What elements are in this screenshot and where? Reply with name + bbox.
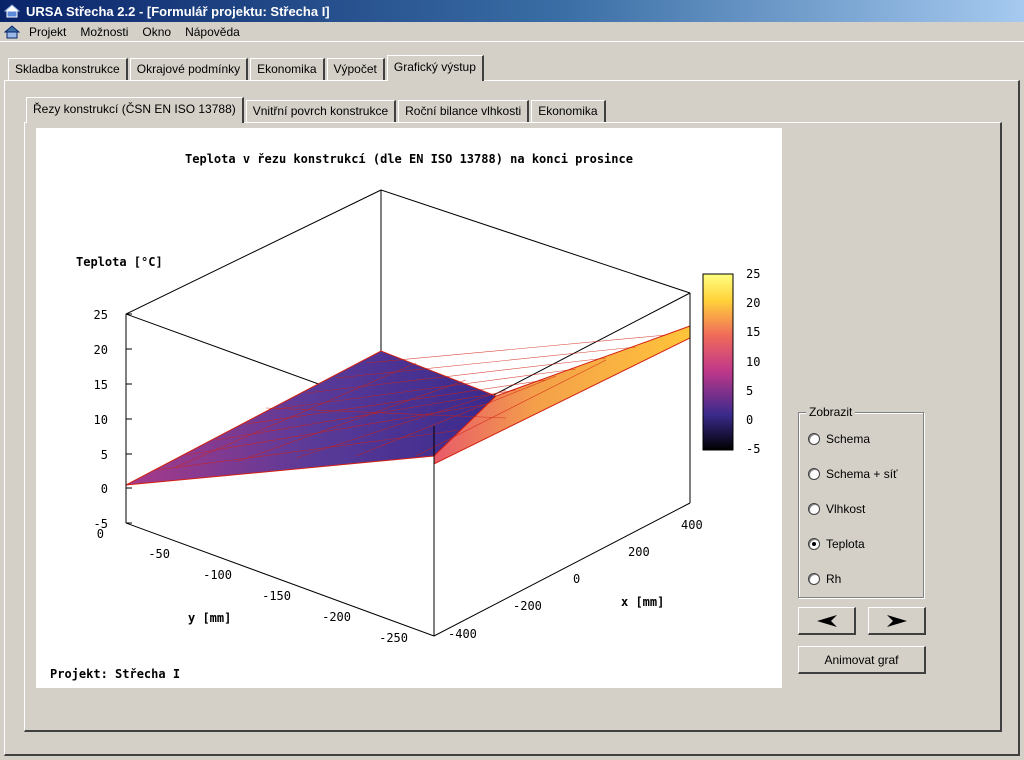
colorbar-tick: 10 (746, 355, 760, 369)
x-tick: 400 (681, 518, 703, 532)
x-tick: 200 (628, 545, 650, 559)
radio-schema[interactable]: Schema (808, 432, 870, 446)
z-tick: 0 (101, 482, 108, 496)
radio-button[interactable] (808, 573, 820, 585)
z-tick: 5 (101, 448, 108, 462)
menu-projekt[interactable]: Projekt (22, 25, 73, 39)
colorbar-tick: -5 (746, 442, 760, 456)
z-tick: 15 (94, 378, 108, 392)
project-footer: Projekt: Střecha I (50, 667, 180, 681)
x-tick: -400 (448, 627, 477, 641)
chart-area: Teplota v řezu konstrukcí (dle EN ISO 13… (36, 128, 782, 688)
chart-title: Teplota v řezu konstrukcí (dle EN ISO 13… (185, 152, 633, 166)
x-tick: 0 (573, 572, 580, 586)
house-icon (3, 4, 21, 18)
colorbar-ticks: 25 20 15 10 5 0 -5 (746, 267, 760, 456)
radio-rh[interactable]: Rh (808, 572, 841, 586)
animate-chart-button[interactable]: Animovat graf (798, 646, 926, 674)
tab-graficky-vystup[interactable]: Grafický výstup (386, 55, 484, 81)
x-axis-ticks: -400 -200 0 200 400 (448, 518, 703, 641)
colorbar-tick: 5 (746, 384, 753, 398)
y-axis-ticks: 0 -50 -100 -150 -200 -250 (97, 527, 408, 645)
z-tick: 10 (94, 413, 108, 427)
tab-skladba-konstrukce[interactable]: Skladba konstrukce (8, 58, 128, 80)
subtab-ekonomika[interactable]: Ekonomika (531, 100, 606, 122)
arrow-right-icon (886, 614, 907, 627)
colorbar-tick: 15 (746, 325, 760, 339)
colorbar-tick: 20 (746, 296, 760, 310)
y-tick: -50 (148, 547, 170, 561)
y-tick: 0 (97, 527, 104, 541)
radio-label: Schema + síť (826, 467, 898, 481)
z-axis-label: Teplota [°C] (76, 255, 163, 269)
display-group-legend: Zobrazit (806, 405, 856, 419)
menu-napoveda[interactable]: Nápověda (178, 25, 247, 39)
menu-okno[interactable]: Okno (135, 25, 178, 39)
surface-chart: Teplota v řezu konstrukcí (dle EN ISO 13… (50, 152, 760, 681)
z-tick: 20 (94, 343, 108, 357)
previous-frame-button[interactable] (798, 607, 856, 635)
colorbar (702, 273, 734, 451)
subtab-vnitrni-povrch[interactable]: Vnitřní povrch konstrukce (245, 100, 397, 122)
tab-ekonomika[interactable]: Ekonomika (250, 58, 325, 80)
radio-label: Schema (826, 432, 871, 446)
radio-teplota[interactable]: Teplota (808, 537, 865, 551)
subtab-rocni-bilance[interactable]: Roční bilance vlhkosti (398, 100, 530, 122)
radio-button[interactable] (808, 433, 820, 445)
main-tabs: Skladba konstrukce Okrajové podmínky Eko… (8, 55, 486, 81)
colorbar-tick: 0 (746, 413, 753, 427)
radio-button[interactable] (808, 468, 820, 480)
radio-label: Vlhkost (826, 502, 866, 516)
menubar: Projekt Možnosti Okno Nápověda (0, 22, 1024, 42)
x-tick: -200 (513, 599, 542, 613)
house-icon[interactable] (3, 24, 21, 39)
menu-moznosti[interactable]: Možnosti (73, 25, 135, 39)
tab-vypocet[interactable]: Výpočet (326, 58, 385, 80)
y-tick: -200 (322, 610, 351, 624)
radio-label: Rh (826, 572, 842, 586)
next-frame-button[interactable] (868, 607, 926, 635)
y-tick: -250 (379, 631, 408, 645)
radio-vlhkost[interactable]: Vlhkost (808, 502, 865, 516)
window-titlebar: URSA Střecha 2.2 - [Formulář projektu: S… (0, 0, 1024, 22)
tab-okrajove-podminky[interactable]: Okrajové podmínky (129, 58, 249, 80)
subtab-rezy-konstrukci[interactable]: Řezy konstrukcí (ČSN EN ISO 13788) (26, 97, 244, 123)
radio-schema-sit[interactable]: Schema + síť (808, 467, 898, 481)
window-title: URSA Střecha 2.2 - [Formulář projektu: S… (26, 3, 330, 19)
colorbar-tick: 25 (746, 267, 760, 281)
y-tick: -150 (262, 589, 291, 603)
arrow-left-icon (816, 614, 837, 627)
sub-tabs: Řezy konstrukcí (ČSN EN ISO 13788) Vnitř… (26, 97, 608, 123)
radio-label: Teplota (826, 537, 865, 551)
z-tick: 25 (94, 308, 108, 322)
radio-button[interactable] (808, 538, 820, 550)
x-axis-label: x [mm] (621, 595, 664, 609)
z-axis-ticks: 25 20 15 10 5 0 -5 (94, 308, 108, 531)
y-axis-label: y [mm] (188, 611, 231, 625)
z-axis-tick-marks (126, 313, 132, 524)
radio-button[interactable] (808, 503, 820, 515)
y-tick: -100 (203, 568, 232, 582)
